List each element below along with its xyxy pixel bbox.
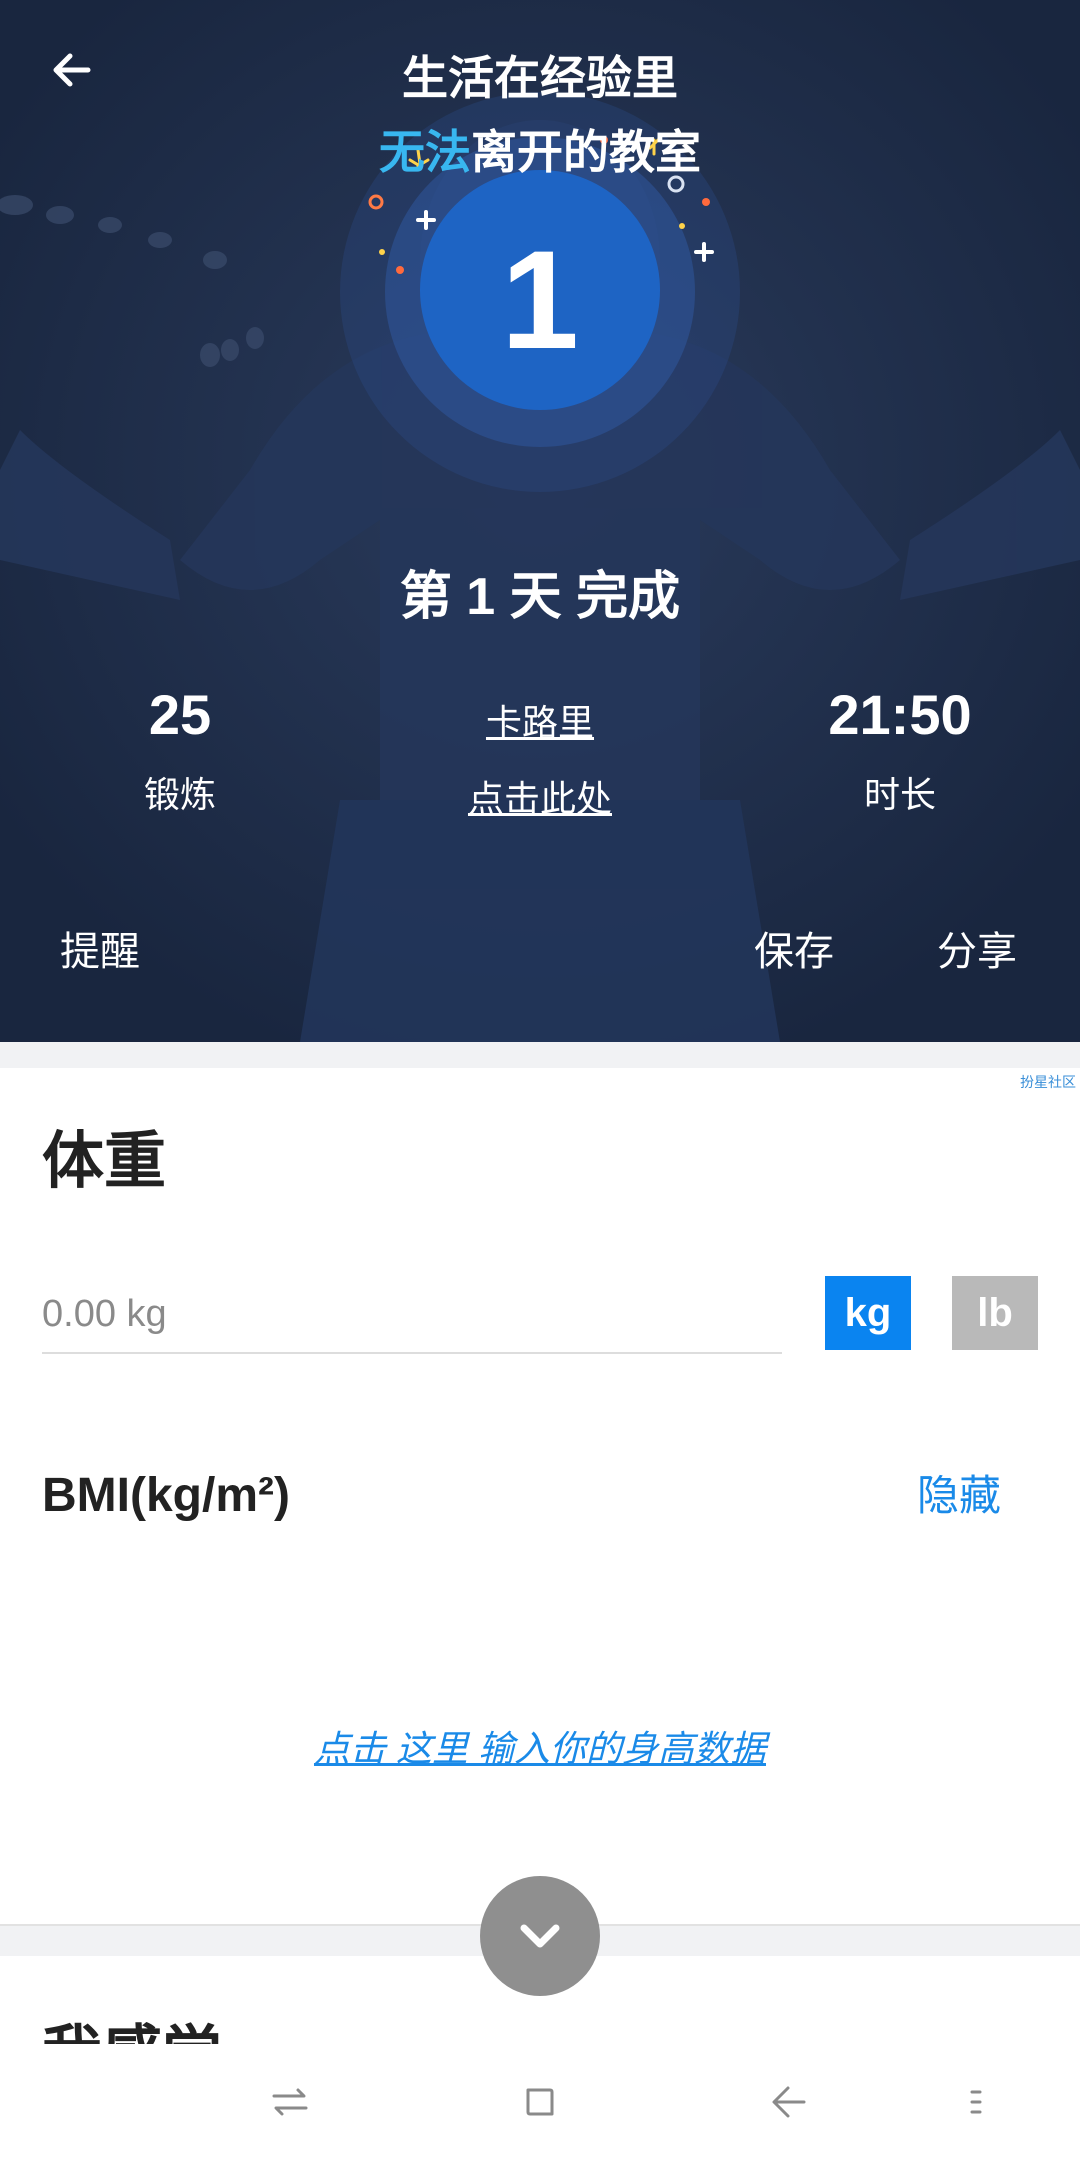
day-number-badge: 1 — [501, 221, 579, 378]
save-button[interactable]: 保存 — [754, 922, 834, 982]
nav-back-button[interactable] — [760, 2072, 820, 2132]
workouts-label: 锻炼 — [143, 774, 216, 815]
section-separator — [0, 1042, 1080, 1068]
calories-stat[interactable]: 卡路里 点击此处 — [390, 698, 690, 824]
menu-dots-icon — [970, 2090, 982, 2114]
menu-button[interactable] — [946, 2072, 1006, 2132]
enter-height-link[interactable]: 点击 这里 输入你的身高数据 — [0, 1724, 1080, 1774]
calories-tap-here-link[interactable]: 点击此处 — [390, 774, 690, 824]
weight-input[interactable] — [42, 1276, 782, 1354]
workouts-stat: 25 锻炼 — [30, 680, 330, 820]
slogan-line-1: 生活在经验里 — [402, 52, 678, 104]
slogan-highlight: 无法 — [379, 126, 471, 178]
recent-apps-icon — [272, 2088, 308, 2116]
feeling-section-title-container: 我感觉 — [0, 2016, 1080, 2044]
unit-lb-button[interactable]: lb — [952, 1276, 1038, 1350]
chevron-down-icon — [520, 1924, 560, 1948]
duration-stat: 21:50 时长 — [750, 680, 1050, 820]
share-button[interactable]: 分享 — [937, 922, 1017, 982]
feeling-section-title: 我感觉 — [42, 2016, 222, 2044]
bmi-section-title: BMI(kg/m²) — [42, 1469, 290, 1522]
recent-apps-button[interactable] — [260, 2072, 320, 2132]
workout-summary-hero: 生活在经验里 无法离开的教室 1 第 1 天 完成 25 锻炼 卡路里 点击此处… — [0, 0, 1080, 1042]
ad-source-tag: 扮星社区 — [1020, 1074, 1076, 1090]
slogan-rest: 离开的教室 — [471, 126, 701, 178]
slogan-line-2: 无法离开的教室 — [0, 122, 1080, 182]
nav-back-icon — [772, 2086, 806, 2118]
expand-button[interactable] — [480, 1876, 600, 1996]
weight-section-title: 体重 — [42, 1127, 167, 1196]
unit-kg-button[interactable]: kg — [825, 1276, 911, 1350]
day-complete-title: 第 1 天 完成 — [399, 568, 681, 626]
remind-button[interactable]: 提醒 — [60, 922, 140, 982]
calories-label-link[interactable]: 卡路里 — [390, 698, 690, 748]
duration-label: 时长 — [863, 774, 936, 815]
home-button[interactable] — [510, 2072, 570, 2132]
duration-value: 21:50 — [828, 683, 972, 746]
system-navigation-bar — [0, 2044, 1080, 2160]
workouts-value: 25 — [148, 683, 212, 746]
bmi-hide-button[interactable]: 隐藏 — [917, 1466, 1001, 1526]
home-square-icon — [526, 2088, 554, 2116]
